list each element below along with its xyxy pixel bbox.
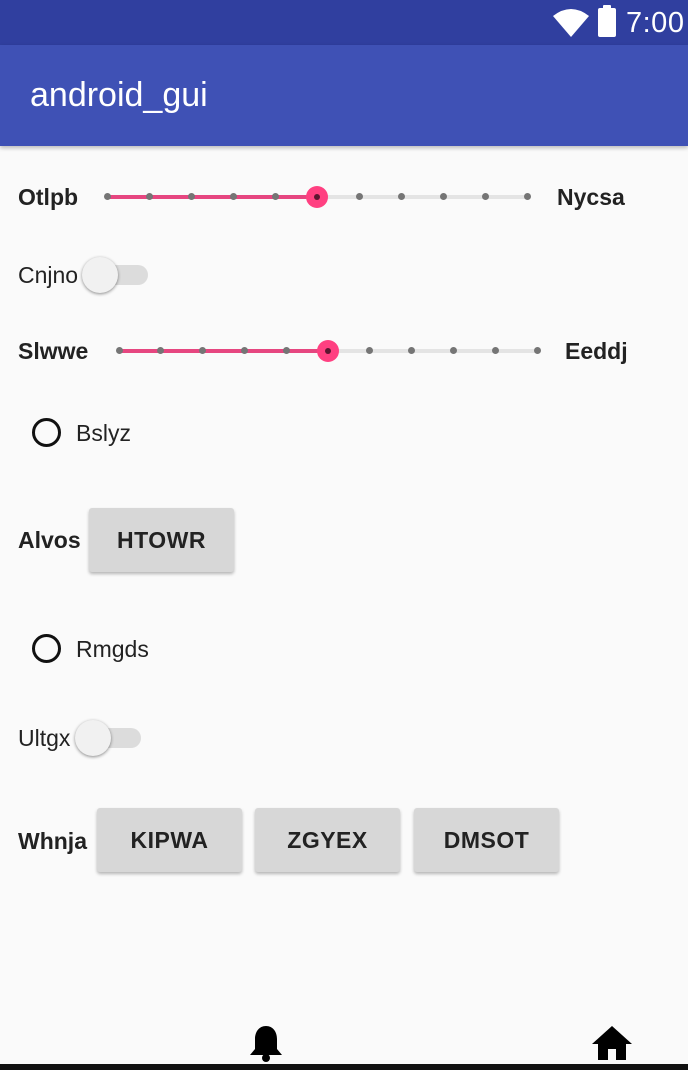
app-bar: android_gui (0, 45, 688, 146)
seekbar-1-tick (439, 193, 447, 200)
switch-2-thumb (75, 720, 111, 756)
battery-icon (598, 5, 616, 37)
button-row-2-label: Whnja (18, 828, 87, 854)
seekbar-1-thumb[interactable] (306, 186, 328, 208)
bottom-nav-bar (0, 1064, 688, 1070)
seekbar-2-tick (115, 347, 123, 354)
seekbar-2-tick (240, 347, 248, 354)
wifi-icon (553, 9, 589, 37)
switch-1-thumb (82, 257, 118, 293)
dmsot-button[interactable]: DMSOT (414, 808, 559, 872)
zgyex-button[interactable]: ZGYEX (255, 808, 400, 872)
kipwa-button[interactable]: KIPWA (97, 808, 242, 872)
home-icon[interactable] (591, 1024, 633, 1062)
switch-1[interactable] (82, 257, 148, 293)
seekbar-1-right-label: Nycsa (557, 184, 625, 210)
seekbar-1-tick (145, 193, 153, 200)
radio-2-label[interactable]: Rmgds (76, 635, 149, 663)
status-bar: 7:00 (0, 0, 688, 45)
switch-1-label: Cnjno (18, 262, 79, 288)
radio-button-2[interactable] (32, 634, 61, 663)
bell-icon[interactable] (248, 1024, 284, 1062)
switch-2[interactable] (75, 720, 141, 756)
seekbar-1-tick (481, 193, 489, 200)
seekbar-2-left-label: Slwwe (18, 338, 89, 364)
radio-button-1[interactable] (32, 418, 61, 447)
seekbar-2-right-label: Eeddj (565, 338, 628, 364)
seekbar-2[interactable] (115, 336, 541, 366)
status-time: 7:00 (626, 7, 685, 39)
seekbar-2-thumb[interactable] (317, 340, 339, 362)
seekbar-1-tick (523, 193, 531, 200)
button-row-1-label: Alvos (18, 527, 81, 553)
seekbar-1-left-label: Otlpb (18, 184, 79, 210)
seekbar-2-tick (533, 347, 541, 354)
seekbar-1-tick (271, 193, 279, 200)
seekbar-1-tick (397, 193, 405, 200)
htowr-button[interactable]: HTOWR (89, 508, 234, 572)
switch-2-label: Ultgx (18, 725, 71, 751)
seekbar-1-tick (187, 193, 195, 200)
seekbar-1-progress (107, 195, 317, 199)
seekbar-1[interactable] (103, 182, 531, 212)
seekbar-1-tick (103, 193, 111, 200)
seekbar-2-progress (119, 349, 328, 353)
seekbar-1-tick (355, 193, 363, 200)
seekbar-2-tick (449, 347, 457, 354)
radio-1-label[interactable]: Bslyz (76, 419, 131, 447)
seekbar-2-tick (491, 347, 499, 354)
app-title: android_gui (30, 76, 208, 114)
seekbar-2-tick (282, 347, 290, 354)
seekbar-1-tick (229, 193, 237, 200)
